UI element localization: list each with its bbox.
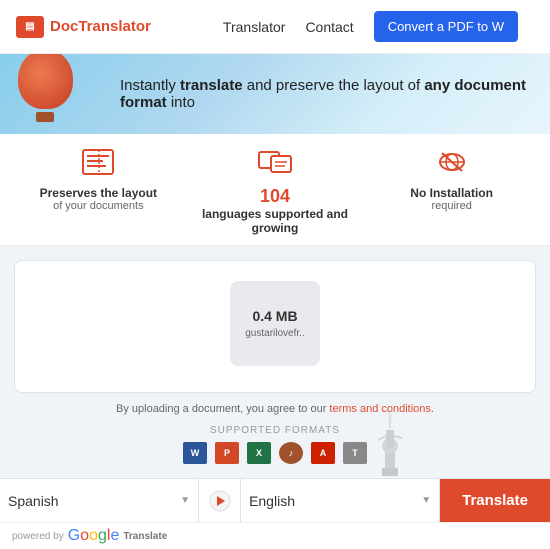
logo-icon: ▤: [16, 16, 44, 38]
target-lang-select[interactable]: English Spanish French German: [249, 493, 421, 509]
logo-area: ▤ DocTranslator: [16, 16, 151, 38]
formats-label: SUPPORTED FORMATS: [14, 425, 536, 436]
main-content: 0.4 MB gustarilovefr.. By uploading a do…: [0, 246, 550, 478]
bottom-toolbar: Spanish English French German ▼ English …: [0, 478, 550, 522]
formats-section: SUPPORTED FORMATS W P X ♪ A T: [14, 425, 536, 464]
hero-text: Instantly translate and preserve the lay…: [20, 77, 530, 111]
features-row: Preserves the layout of your documents 1…: [0, 134, 550, 246]
feature-preserve-subtitle: of your documents: [53, 200, 144, 212]
feature-noinstall-subtitle: required: [431, 200, 471, 212]
terms-text: By uploading a document, you agree to ou…: [14, 403, 536, 415]
powered-by-bar: powered by Google Translate: [0, 522, 550, 549]
feature-preserve-layout: Preserves the layout of your documents: [19, 148, 178, 235]
format-pdf-icon: A: [311, 442, 335, 464]
nav-cta[interactable]: Convert a PDF to W: [374, 11, 518, 42]
format-pptx-icon: P: [215, 442, 239, 464]
file-name: gustarilovefr..: [245, 328, 304, 339]
source-lang-select[interactable]: Spanish English French German: [8, 493, 180, 509]
logo-text: DocTranslator: [50, 18, 151, 35]
preserve-icon: [81, 148, 115, 180]
file-size: 0.4 MB: [252, 308, 297, 324]
terms-link[interactable]: terms and conditions: [329, 403, 431, 415]
languages-icon: [258, 148, 292, 180]
format-mp3-icon: ♪: [279, 442, 303, 464]
feature-languages: 104 languages supported and growing: [195, 148, 354, 235]
feature-no-install: No Installation required: [372, 148, 531, 235]
file-card: 0.4 MB gustarilovefr..: [230, 281, 320, 366]
feature-noinstall-title: No Installation: [410, 186, 493, 200]
feature-preserve-title: Preserves the layout: [40, 186, 157, 200]
google-logo: Google: [68, 527, 120, 545]
hero-banner: Instantly translate and preserve the lay…: [0, 54, 550, 134]
format-docx-icon: W: [183, 442, 207, 464]
target-chevron-icon: ▼: [421, 495, 431, 506]
nav-contact[interactable]: Contact: [305, 19, 353, 35]
formats-icons: W P X ♪ A T: [14, 442, 536, 464]
nav-links: Translator Contact Convert a PDF to W: [223, 11, 518, 42]
no-install-icon: [435, 148, 469, 180]
google-translate-text: Translate: [123, 531, 167, 542]
format-xlsx-icon: X: [247, 442, 271, 464]
feature-lang-title: languages supported and growing: [195, 207, 354, 235]
powered-label: powered by: [12, 531, 64, 542]
source-chevron-icon: ▼: [180, 495, 190, 506]
nav-translator[interactable]: Translator: [223, 19, 286, 35]
header: ▤ DocTranslator Translator Contact Conve…: [0, 0, 550, 54]
feature-lang-number: 104: [260, 186, 290, 207]
format-txt-icon: T: [343, 442, 367, 464]
upload-area[interactable]: 0.4 MB gustarilovefr..: [14, 260, 536, 393]
